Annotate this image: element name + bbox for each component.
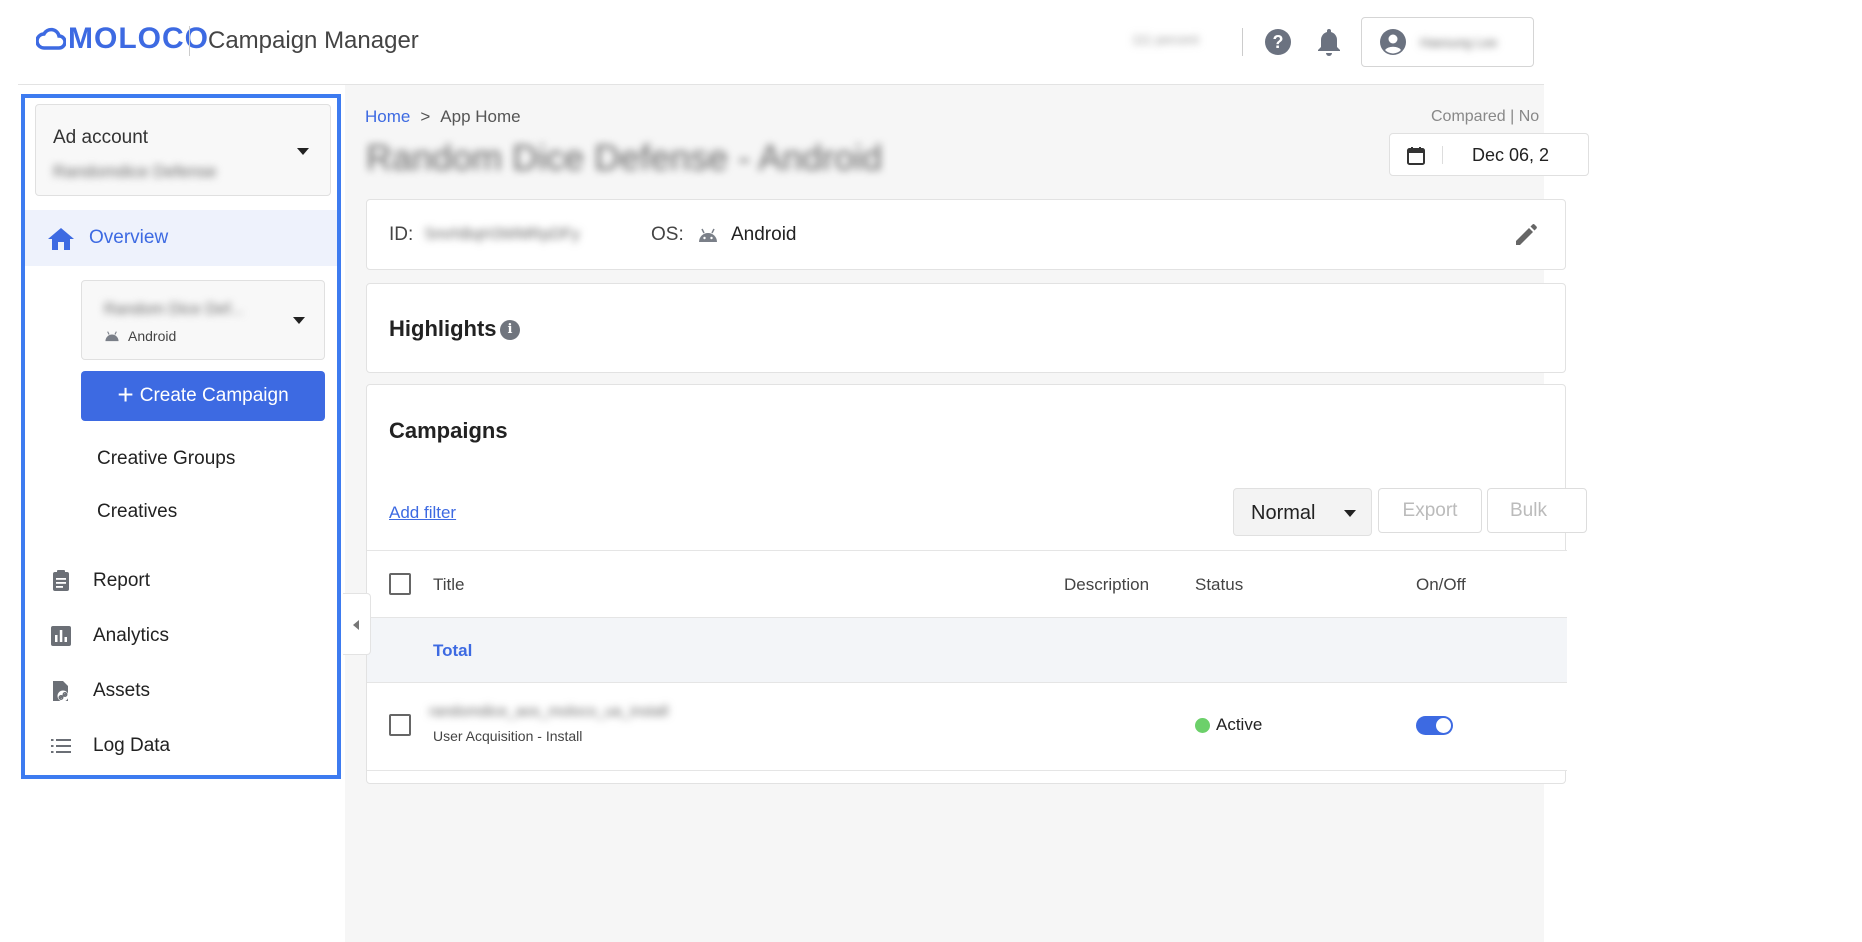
highlights-card: Highlights i <box>366 283 1566 373</box>
sidebar-item-label: Assets <box>93 680 151 701</box>
right-margin <box>1544 0 1862 942</box>
compared-label[interactable]: Compared | No <box>1431 108 1539 126</box>
add-filter-link[interactable]: Add filter <box>389 503 456 523</box>
view-mode-value: Normal <box>1251 502 1316 524</box>
plus-icon: + <box>117 378 134 410</box>
sidebar-item-label: Overview <box>89 227 169 248</box>
ad-account-value: Randomdice Defense <box>53 162 217 181</box>
android-icon <box>105 331 119 342</box>
sidebar-collapse-button[interactable] <box>343 593 371 655</box>
sidebar-item-label: Report <box>93 570 151 591</box>
campaign-type: User Acquisition - Install <box>433 728 583 744</box>
file-link-icon <box>53 681 69 702</box>
help-icon[interactable]: ? <box>1265 29 1291 55</box>
sidebar-item-report[interactable]: Report <box>49 566 150 596</box>
os-value: Android <box>731 224 797 245</box>
info-icon[interactable]: i <box>500 320 520 340</box>
edit-pencil-icon[interactable] <box>1513 222 1539 248</box>
top-divider <box>1242 28 1243 56</box>
total-label: Total <box>433 641 473 660</box>
campaign-name-link[interactable]: randomdice_aos_moloco_ua_install <box>429 703 668 720</box>
sidebar-item-label: Analytics <box>93 625 170 646</box>
android-icon <box>699 228 717 242</box>
chevron-down-icon <box>293 317 305 324</box>
sidebar-item-creatives[interactable]: Creatives <box>97 501 177 523</box>
campaigns-card: Campaigns Add filter Normal Export Bulk … <box>366 384 1587 784</box>
notification-bell-icon[interactable] <box>1315 27 1343 57</box>
date-separator <box>1442 146 1443 164</box>
highlights-title: Highlights <box>389 316 497 341</box>
home-icon <box>48 228 74 250</box>
clipboard-icon <box>53 570 69 591</box>
column-on-off[interactable]: On/Off <box>1416 575 1466 595</box>
status-text: Active <box>1216 715 1263 734</box>
account-circle-icon <box>1380 29 1406 55</box>
campaigns-title: Campaigns <box>389 418 508 443</box>
bulk-button[interactable]: Bulk <box>1487 488 1587 533</box>
ad-account-label: Ad account <box>53 127 149 148</box>
toggle-knob <box>1436 718 1451 733</box>
cloud-logo-icon <box>36 27 66 50</box>
export-button[interactable]: Export <box>1378 488 1482 533</box>
app-os-label: Android <box>128 328 177 344</box>
moloco-logo[interactable]: MOLOCO <box>36 22 209 56</box>
page-title: Random Dice Defense - Android <box>366 137 883 178</box>
create-campaign-label: Create Campaign <box>139 385 289 406</box>
app-selector[interactable]: Random Dice Def... Android <box>81 280 325 360</box>
sidebar-item-analytics[interactable]: Analytics <box>49 621 169 651</box>
sidebar-item-log-data[interactable]: Log Data <box>49 731 170 761</box>
chevron-down-icon <box>1344 510 1356 517</box>
app-name: Random Dice Def... <box>104 301 244 318</box>
table-header: Title Description Status On/Off <box>367 550 1567 618</box>
user-menu-button[interactable]: Haesung Lee <box>1361 17 1534 67</box>
column-description[interactable]: Description <box>1064 575 1149 595</box>
organization-name: 111 percent <box>1132 32 1199 47</box>
sidebar: Ad account Randomdice Defense Overview R… <box>21 94 341 779</box>
status-dot-icon <box>1195 718 1210 733</box>
bar-chart-icon <box>51 626 71 646</box>
app-id-label: ID: <box>389 224 414 245</box>
select-all-checkbox[interactable] <box>389 573 411 595</box>
logo-text: MOLOCO <box>68 22 209 55</box>
sidebar-item-overview[interactable]: Overview <box>25 210 337 266</box>
list-icon <box>51 739 71 753</box>
date-range-text: Dec 06, 2 <box>1472 145 1550 165</box>
calendar-icon <box>1407 147 1425 165</box>
breadcrumb-separator: > <box>420 107 431 126</box>
chevron-down-icon <box>297 148 309 155</box>
breadcrumb-home-link[interactable]: Home <box>365 107 410 127</box>
os-label: OS: <box>651 224 684 245</box>
brand-divider <box>189 26 190 56</box>
user-name: Haesung Lee <box>1420 35 1498 50</box>
breadcrumb-current: App Home <box>440 107 521 126</box>
app-info-card: ID: 5mrhBqH3WMRpDFy OS: Android <box>366 199 1566 270</box>
sidebar-item-label: Log Data <box>93 735 171 756</box>
sidebar-item-assets[interactable]: Assets <box>49 676 150 706</box>
create-campaign-button[interactable]: + Create Campaign <box>81 371 325 421</box>
app-title: Campaign Manager <box>208 27 419 54</box>
date-range-picker[interactable]: Dec 06, 2 <box>1389 133 1589 176</box>
app-os: Android <box>104 328 176 344</box>
row-checkbox[interactable] <box>389 714 411 736</box>
campaign-on-off-toggle[interactable] <box>1416 716 1453 735</box>
app-id-value: 5mrhBqH3WMRpDFy <box>425 226 580 243</box>
sidebar-item-creative-groups[interactable]: Creative Groups <box>97 448 235 470</box>
column-status[interactable]: Status <box>1195 575 1243 595</box>
total-row: Total <box>367 618 1567 683</box>
table-row[interactable]: randomdice_aos_moloco_ua_install User Ac… <box>367 683 1567 771</box>
chevron-left-icon <box>353 620 359 630</box>
breadcrumb: Home > App Home <box>365 107 521 127</box>
ad-account-selector[interactable]: Ad account Randomdice Defense <box>35 104 331 196</box>
view-mode-select[interactable]: Normal <box>1233 488 1372 536</box>
column-title[interactable]: Title <box>433 575 465 595</box>
